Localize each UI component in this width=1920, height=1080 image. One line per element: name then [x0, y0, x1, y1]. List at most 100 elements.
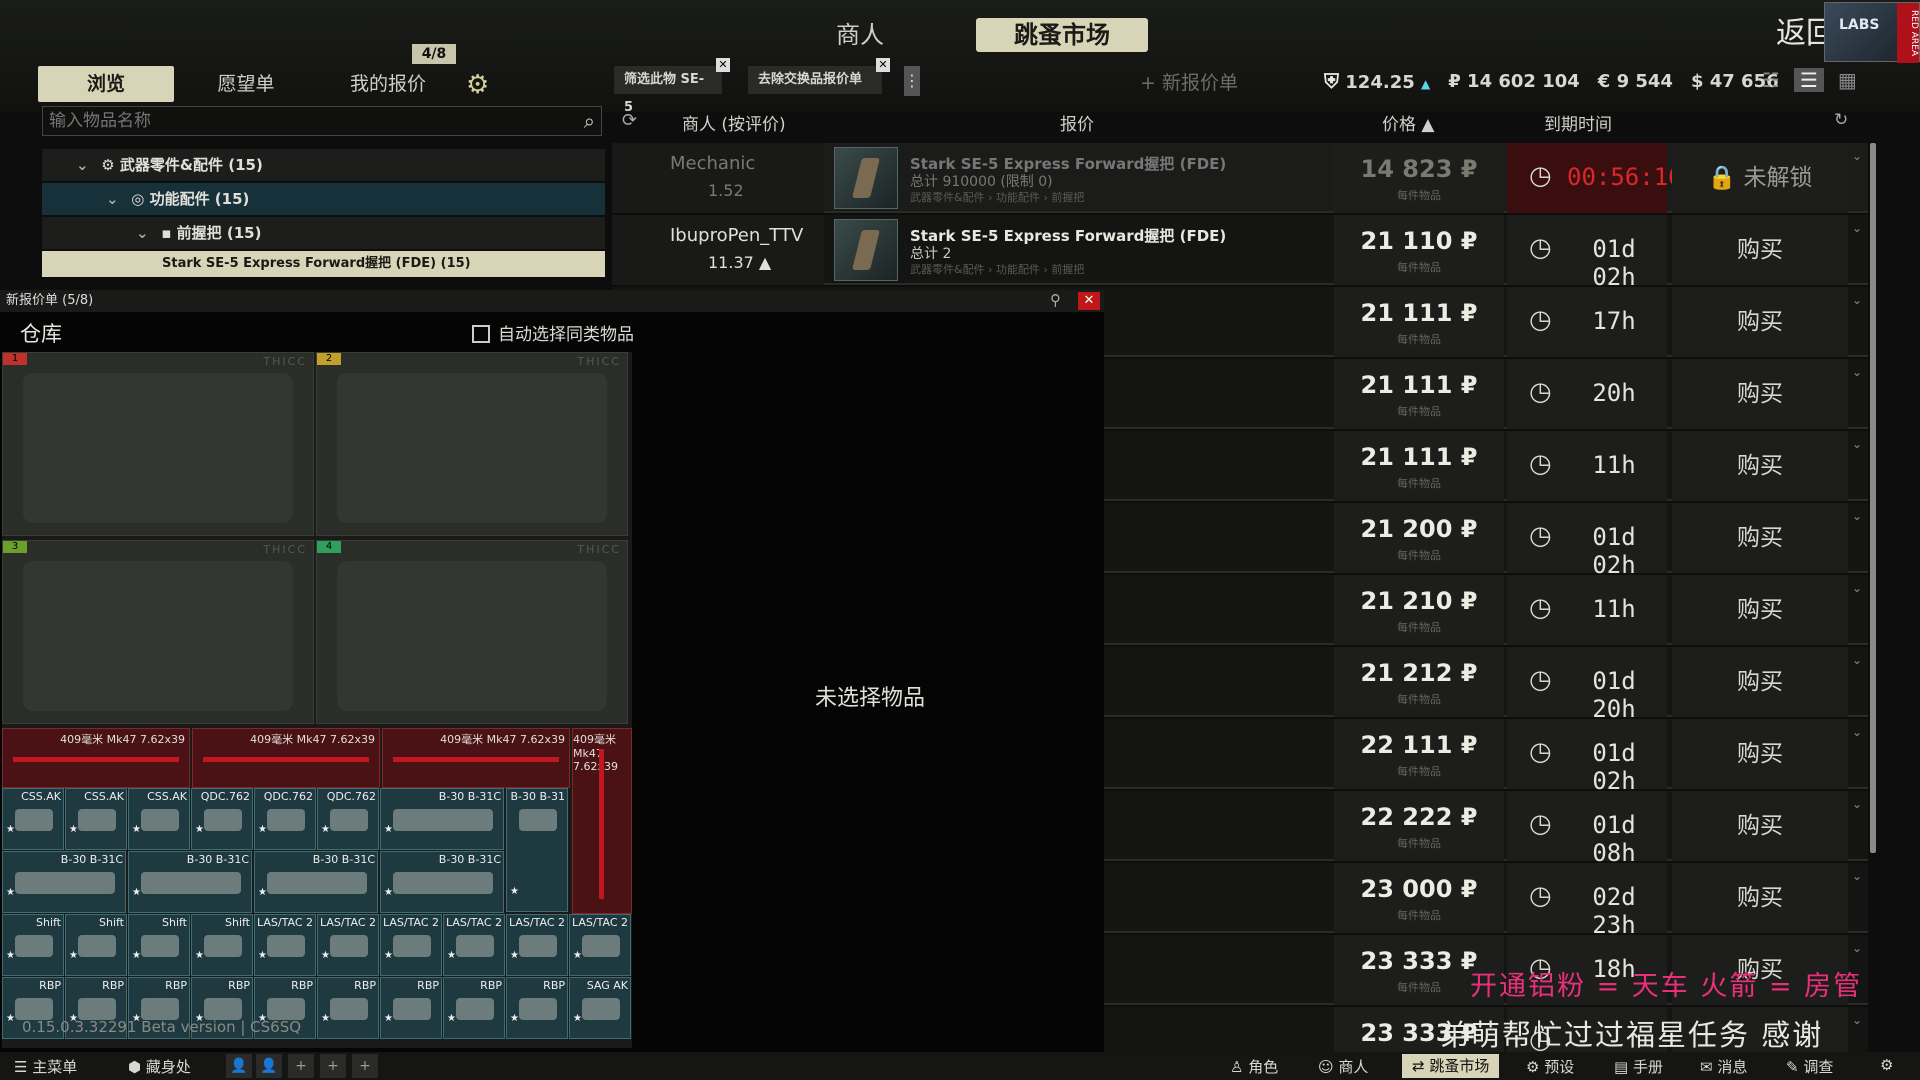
stash-item[interactable]: B-30 B-31 ★	[506, 788, 568, 912]
chevron-down-icon[interactable]: ⌄	[1852, 725, 1862, 739]
refresh-icon[interactable]: ⟳	[622, 110, 637, 131]
buy-button[interactable]: 🔒 未解锁	[1672, 143, 1848, 213]
chevron-down-icon[interactable]: ⌄	[1852, 437, 1862, 451]
tab-my-offers[interactable]: 我的报价	[334, 66, 442, 102]
weapon-barrel[interactable]: 409毫米 Mk47 7.62x39	[2, 728, 190, 788]
stash-item[interactable]: RBP ★	[380, 977, 442, 1039]
stash-item[interactable]: LAS/TAC 2 ★	[506, 914, 568, 976]
stash-item[interactable]: Shift ★	[128, 914, 190, 976]
offer-row[interactable]: IbuproPen_TTV 11.37 ▲ Stark SE-5 Express…	[612, 215, 1868, 291]
chevron-down-icon[interactable]: ⌄	[1852, 221, 1862, 235]
thicc-case[interactable]: 4 THICC	[316, 540, 628, 724]
offer-row[interactable]: Mechanic 1.52 Stark SE-5 Express Forward…	[612, 143, 1868, 213]
category-weapon-parts[interactable]: ⌄ ⚙ 武器零件&配件 (15)	[42, 149, 605, 181]
buy-button[interactable]: 购买	[1672, 431, 1848, 501]
stash-item[interactable]: Shift ★	[2, 914, 64, 976]
gear-icon[interactable]: ⚙	[1880, 1056, 1893, 1074]
category-foregrips[interactable]: ⌄ ▪ 前握把 (15)	[42, 217, 605, 249]
stash-item[interactable]: CSS.AK ★	[2, 788, 64, 850]
search-input[interactable]	[49, 110, 569, 132]
buy-button[interactable]: 购买	[1672, 503, 1848, 573]
stash-item[interactable]: LAS/TAC 2 ★	[254, 914, 316, 976]
stash-item[interactable]: B-30 B-31C ★	[380, 788, 504, 850]
messages-button[interactable]: ✉ 消息	[1700, 1056, 1747, 1077]
buy-button[interactable]: 购买	[1672, 647, 1848, 717]
filter-chip-barter[interactable]: 去除交换品报价单 ✕	[748, 58, 890, 94]
character-button[interactable]: ♙ 角色	[1230, 1056, 1278, 1077]
buy-button[interactable]: 购买	[1672, 287, 1848, 357]
item-thumbnail[interactable]	[834, 219, 898, 281]
checkbox-icon[interactable]	[472, 325, 490, 343]
stash-item[interactable]: QDC.762 ★	[254, 788, 316, 850]
thicc-case[interactable]: 2 THICC	[316, 352, 628, 536]
chevron-down-icon[interactable]: ⌄	[1852, 653, 1862, 667]
thicc-case[interactable]: 3 THICC	[2, 540, 314, 724]
header-expiration[interactable]: 到期时间	[1544, 110, 1612, 135]
stash-item[interactable]: CSS.AK ★	[128, 788, 190, 850]
tab-traders[interactable]: 商人	[810, 18, 910, 52]
thicc-case[interactable]: 1 THICC	[2, 352, 314, 536]
close-icon[interactable]: ✕	[716, 58, 730, 72]
item-thumbnail[interactable]	[834, 147, 898, 209]
stash-item[interactable]: LAS/TAC 2 ★	[443, 914, 505, 976]
auto-select-checkbox[interactable]: 自动选择同类物品	[472, 320, 634, 345]
stash-item[interactable]: Shift ★	[191, 914, 253, 976]
stash-item[interactable]: LAS/TAC 2 ★	[380, 914, 442, 976]
traders-button[interactable]: ☺ 商人	[1318, 1056, 1368, 1077]
buy-button[interactable]: 购买	[1672, 863, 1848, 933]
stash-item[interactable]: RBP ★	[317, 977, 379, 1039]
stash-item[interactable]: SAG AK ★	[569, 977, 631, 1039]
add-slot-icon[interactable]: +	[320, 1054, 346, 1078]
header-trader[interactable]: 商人 (按评价)	[682, 110, 786, 135]
chevron-down-icon[interactable]: ⌄	[1852, 293, 1862, 307]
chevron-down-icon[interactable]: ⌄	[1852, 1013, 1862, 1027]
close-icon[interactable]: ✕	[1078, 292, 1100, 310]
add-offer-button[interactable]: + 新报价单	[1140, 68, 1238, 95]
handbook-button[interactable]: ▤ 手册	[1614, 1056, 1663, 1077]
add-slot-icon[interactable]: +	[352, 1054, 378, 1078]
pin-icon[interactable]: ⚲	[1050, 291, 1061, 309]
chevron-down-icon[interactable]: ⌄	[1852, 941, 1862, 955]
stash-item[interactable]: B-30 B-31C ★	[2, 851, 126, 913]
chevron-down-icon[interactable]: ⌄	[1852, 365, 1862, 379]
buy-button[interactable]: 购买	[1672, 215, 1848, 285]
header-price[interactable]: 价格 ▲	[1382, 110, 1434, 135]
search-icon[interactable]: ⌕	[584, 109, 595, 133]
weapon-barrel[interactable]: 409毫米 Mk47 7.62x39	[192, 728, 380, 788]
stash-item[interactable]: B-30 B-31C ★	[254, 851, 378, 913]
tab-wishlist[interactable]: 愿望单	[196, 66, 296, 102]
trader-name[interactable]: IbuproPen_TTV	[670, 225, 803, 246]
close-icon[interactable]: ✕	[876, 58, 890, 72]
buy-button[interactable]: 购买	[1672, 791, 1848, 861]
header-offer[interactable]: 报价	[1060, 110, 1094, 135]
trader-name[interactable]: Mechanic	[670, 153, 755, 174]
grid-small-view-icon[interactable]: ☷	[1762, 68, 1780, 92]
main-menu-button[interactable]: ☰ 主菜单	[14, 1056, 77, 1077]
tab-browse[interactable]: 浏览	[38, 66, 174, 102]
category-selected-item[interactable]: Stark SE-5 Express Forward握把 (FDE) (15)	[42, 251, 605, 277]
stash-item[interactable]: CSS.AK ★	[65, 788, 127, 850]
weapon-barrel[interactable]: 409毫米 Mk47 7.62x39	[572, 728, 632, 914]
stash-item[interactable]: LAS/TAC 2 ★	[317, 914, 379, 976]
reload-icon[interactable]: ↻	[1834, 110, 1848, 130]
chevron-down-icon[interactable]: ⌄	[1852, 797, 1862, 811]
presets-button[interactable]: ⚙ 预设	[1526, 1056, 1574, 1077]
scrollbar[interactable]	[1870, 143, 1876, 853]
chevron-down-icon[interactable]: ⌄	[1852, 581, 1862, 595]
survey-button[interactable]: ✎ 调查	[1786, 1056, 1833, 1077]
chevron-down-icon[interactable]: ⌄	[1852, 509, 1862, 523]
buy-button[interactable]: 购买	[1672, 575, 1848, 645]
chevron-down-icon[interactable]: ⌄	[1852, 869, 1862, 883]
stash-item[interactable]: QDC.762 ★	[191, 788, 253, 850]
stash-item[interactable]: LAS/TAC 2 ★	[569, 914, 631, 976]
grid-view-icon[interactable]: ▦	[1838, 68, 1857, 92]
category-functional-mods[interactable]: ⌄ ◎ 功能配件 (15)	[42, 183, 605, 215]
stash-item[interactable]: QDC.762 ★	[317, 788, 379, 850]
chevron-down-icon[interactable]: ⌄	[1852, 149, 1862, 163]
stash-item[interactable]: B-30 B-31C ★	[128, 851, 252, 913]
more-options-icon[interactable]: ⋮	[904, 66, 920, 96]
filter-chip-item[interactable]: 筛选此物 SE-5 ✕	[614, 58, 730, 115]
weapon-barrel[interactable]: 409毫米 Mk47 7.62x39	[382, 728, 570, 788]
add-slot-icon[interactable]: +	[288, 1054, 314, 1078]
gear-icon[interactable]: ⚙	[466, 70, 489, 100]
